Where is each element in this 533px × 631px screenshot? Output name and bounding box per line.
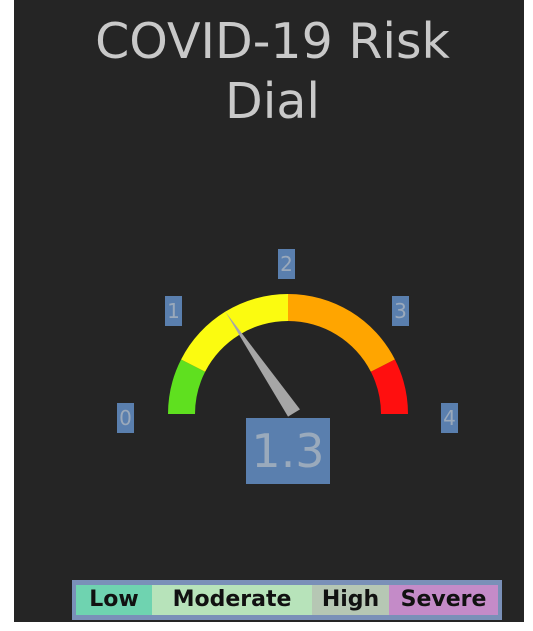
tick-label-0: 0 [117,403,134,433]
legend-item-low: Low [76,585,152,615]
risk-gauge [168,294,408,417]
gauge-band-2 [288,294,395,372]
tick-label-2: 2 [278,249,295,279]
risk-legend: Low Moderate High Severe [72,580,502,620]
gauge-band-1 [181,294,288,372]
tick-label-4: 4 [441,403,458,433]
tick-label-1: 1 [165,296,182,326]
gauge-needle [225,311,300,417]
legend-item-severe: Severe [389,585,498,615]
tick-label-3: 3 [392,296,409,326]
legend-item-high: High [312,585,389,615]
gauge-value-readout: 1.3 [246,418,330,484]
legend-item-moderate: Moderate [152,585,312,615]
